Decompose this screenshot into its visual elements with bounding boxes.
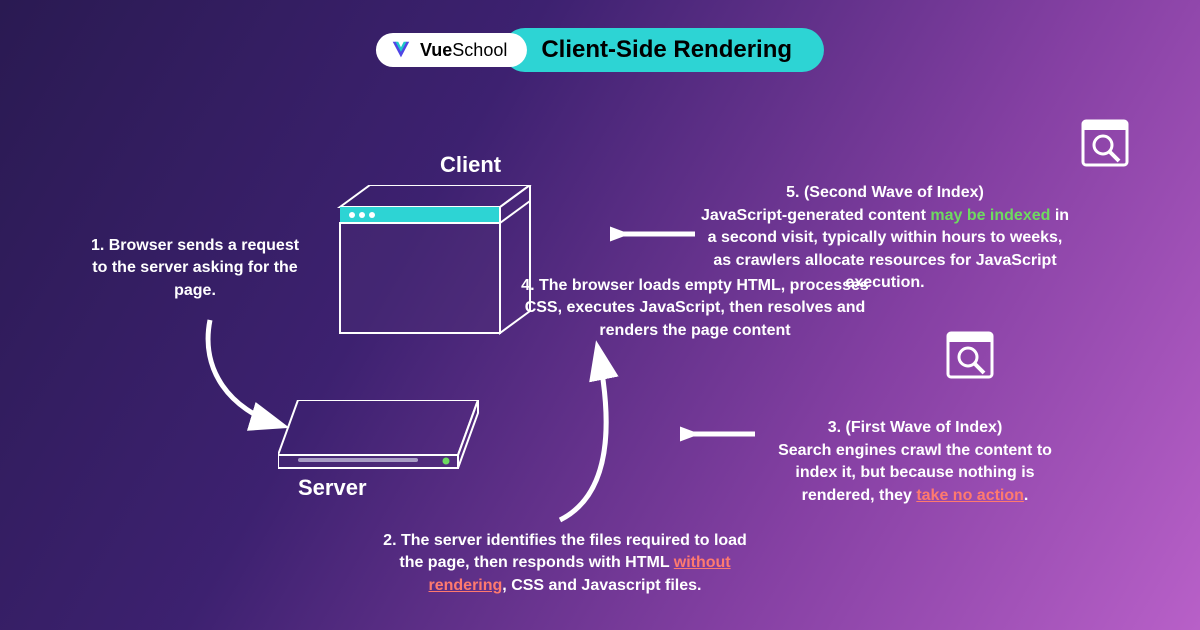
magnifier-icon (945, 330, 995, 380)
arrow-step3-left (680, 420, 760, 450)
client-label: Client (440, 152, 501, 178)
arrow-client-to-server (190, 310, 310, 440)
arrow-step5-left (610, 220, 700, 250)
step-3-highlight: take no action (916, 487, 1024, 504)
step-2-text: 2. The server identifies the files requi… (380, 530, 750, 597)
server-label: Server (298, 475, 367, 501)
step-2-part-b: , CSS and Javascript files. (502, 577, 701, 594)
step-5-highlight: may be indexed (930, 207, 1050, 224)
arrow-server-to-client (550, 340, 650, 530)
magnifier-icon (1080, 118, 1130, 168)
step-5-text: 5. (Second Wave of Index) JavaScript-gen… (700, 160, 1070, 294)
step-3-text: 3. (First Wave of Index) Search engines … (760, 395, 1070, 507)
client-box-illustration (330, 185, 550, 355)
server-illustration (278, 400, 498, 480)
step-1-text: 1. Browser sends a request to the server… (90, 235, 300, 302)
step-3-part-b: . (1024, 487, 1028, 504)
diagram-canvas: Client Server 1. Browser sends a request… (0, 0, 1200, 630)
